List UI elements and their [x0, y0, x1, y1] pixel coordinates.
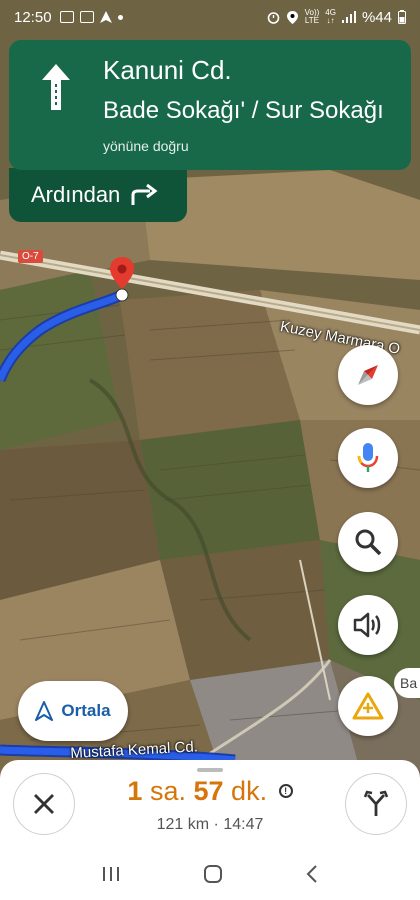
towards-streets: Bade Sokağı' / Sur Sokağı: [103, 97, 384, 124]
gallery-icon: [79, 11, 94, 23]
arrival-time: 14:47: [223, 816, 264, 833]
separator: ·: [213, 816, 219, 833]
signal-icon: [341, 11, 356, 23]
more-notifications-icon: [117, 14, 123, 20]
battery-icon: [398, 10, 406, 24]
place-label[interactable]: Ba: [394, 668, 420, 698]
data-indicator: 4G ↓↑: [325, 8, 336, 25]
straight-arrow-icon: [42, 64, 70, 110]
search-icon: [355, 529, 382, 556]
next-street-name: Kanuni Cd.: [103, 55, 232, 85]
battery-level: %44: [361, 8, 392, 26]
then-instruction[interactable]: Ardından: [9, 168, 187, 222]
back-icon[interactable]: [305, 864, 319, 884]
alarm-icon: [267, 11, 279, 24]
direction-towards: Bade Sokağı' / Sur Sokağı yönüne doğru: [103, 94, 393, 163]
eta-minutes-unit: dk.: [231, 776, 268, 806]
system-navigation-bar: [0, 848, 420, 900]
route-fork-icon: [363, 790, 389, 816]
navigation-arrow-icon: [35, 701, 54, 721]
turn-right-icon: [131, 184, 158, 205]
drag-handle[interactable]: [197, 768, 223, 772]
report-incident-button[interactable]: [338, 676, 398, 736]
navigation-icon: [99, 11, 112, 23]
eta-minutes: 57: [193, 776, 224, 806]
trip-summary-sheet[interactable]: 1 sa. 57 dk. ! 121 km · 14:47: [0, 760, 420, 848]
clock: 12:50: [14, 8, 52, 26]
recents-icon[interactable]: [101, 865, 121, 883]
towards-suffix: yönüne doğru: [103, 138, 189, 154]
info-icon[interactable]: !: [278, 784, 293, 798]
then-label: Ardından: [31, 182, 121, 207]
home-icon[interactable]: [203, 864, 223, 884]
volte-indicator: Vo)) LTE: [304, 8, 320, 25]
alternate-routes-button[interactable]: [345, 773, 407, 835]
recenter-label: Ortala: [61, 701, 111, 720]
route-shield: O-7: [18, 250, 43, 263]
add-report-icon: [352, 692, 384, 720]
location-icon: [286, 10, 298, 24]
speaker-icon: [353, 612, 381, 638]
eta-hours-unit: sa.: [149, 776, 186, 806]
status-bar: 12:50 Vo)) LTE 4G ↓↑ %44: [0, 0, 420, 34]
navigation-instruction-banner[interactable]: Kanuni Cd. Bade Sokağı' / Sur Sokağı yön…: [9, 40, 411, 170]
destination-pin-icon[interactable]: [107, 255, 137, 303]
trip-distance: 121 km: [156, 816, 210, 833]
recenter-button[interactable]: Ortala: [18, 681, 128, 741]
microphone-icon: [357, 443, 379, 472]
search-button[interactable]: [338, 512, 398, 572]
eta-hours: 1: [127, 776, 143, 806]
voice-search-button[interactable]: [338, 428, 398, 488]
sound-button[interactable]: [338, 595, 398, 655]
notification-icon: [59, 11, 74, 23]
compass-button[interactable]: [338, 345, 398, 405]
compass-icon: [358, 365, 378, 385]
